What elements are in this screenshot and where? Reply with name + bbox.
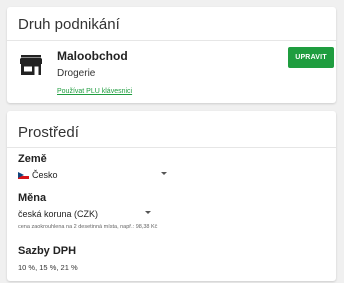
card-divider [7,40,336,41]
business-type-title: Druh podnikání [18,16,120,33]
chevron-down-icon [145,211,151,214]
currency-select[interactable]: česká koruna (CZK) [18,208,178,222]
plu-keyboard-link[interactable]: Používat PLU klávesnici [57,88,132,95]
chevron-down-icon [161,172,167,175]
business-type-name: Maloobchod [57,49,128,63]
country-label: Země [18,153,47,165]
currency-label: Měna [18,192,47,204]
edit-business-type-button[interactable]: UPRAVIT [288,47,334,68]
currency-rounding-hint: cena zaokrouhlena na 2 desetinná místa, … [18,224,158,230]
environment-card: Prostředí Země Česko Měna česká koruna (… [7,111,336,281]
country-value: Česko [32,170,58,180]
czech-flag-icon [18,172,29,179]
business-type-card: Druh podnikání Maloobchod Drogerie UPRAV… [7,7,336,103]
currency-value: česká koruna (CZK) [18,209,99,219]
store-icon [20,55,42,75]
card-divider [7,147,336,148]
country-select[interactable]: Česko [18,169,178,183]
vat-rates-label: Sazby DPH [18,245,77,257]
vat-rates-value: 10 %, 15 %, 21 % [18,263,78,272]
business-type-subtitle: Drogerie [57,68,96,79]
environment-title: Prostředí [18,124,79,141]
